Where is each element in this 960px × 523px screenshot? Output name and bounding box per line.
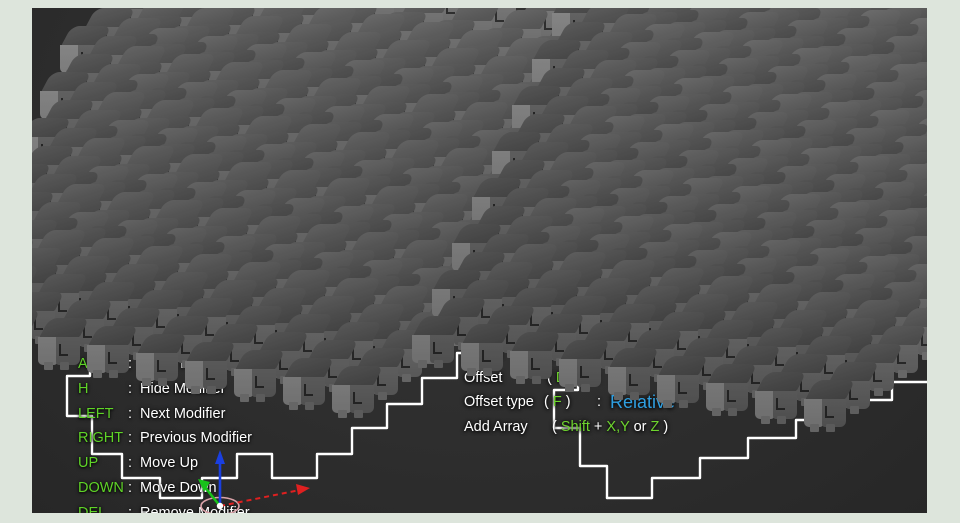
- screenshot-root: A : Apply Modifier H : Hide Modifier LEF…: [0, 0, 960, 523]
- array-cube: [136, 334, 188, 386]
- array-cube: [38, 318, 90, 370]
- cube-nub: [240, 394, 249, 402]
- cube-nub: [109, 370, 118, 378]
- cube-l-marking-icon: [59, 344, 68, 356]
- cube-l-marking-icon: [206, 368, 215, 380]
- array-cube: [87, 326, 139, 378]
- cube-nub: [354, 410, 363, 418]
- cube-l-marking-icon: [157, 360, 166, 372]
- array-cube: [234, 350, 286, 402]
- array-cube: [283, 358, 335, 410]
- cube-left-face: [87, 345, 106, 373]
- cube-nub: [289, 402, 298, 410]
- cube-l-marking-icon: [108, 352, 117, 364]
- cube-nub: [60, 362, 69, 370]
- viewport-3d[interactable]: A : Apply Modifier H : Hide Modifier LEF…: [32, 8, 927, 513]
- cube-l-marking-icon: [304, 384, 313, 396]
- cube-nub: [256, 394, 265, 402]
- cube-left-face: [185, 361, 204, 389]
- cube-nub: [305, 402, 314, 410]
- cube-left-face: [38, 337, 57, 365]
- cube-left-face: [234, 369, 253, 397]
- cube-l-marking-icon: [353, 392, 362, 404]
- cube-nub: [158, 378, 167, 386]
- cube-nub: [207, 386, 216, 394]
- cube-left-face: [283, 377, 302, 405]
- cube-nub: [93, 370, 102, 378]
- cube-left-face: [332, 385, 351, 413]
- cube-nub: [142, 378, 151, 386]
- cube-nub: [44, 362, 53, 370]
- cube-l-marking-icon: [255, 376, 264, 388]
- array-cube: [332, 366, 384, 418]
- cube-nub: [338, 410, 347, 418]
- array-cube: [185, 342, 237, 394]
- cube-left-face: [136, 353, 155, 381]
- cube-nub: [191, 386, 200, 394]
